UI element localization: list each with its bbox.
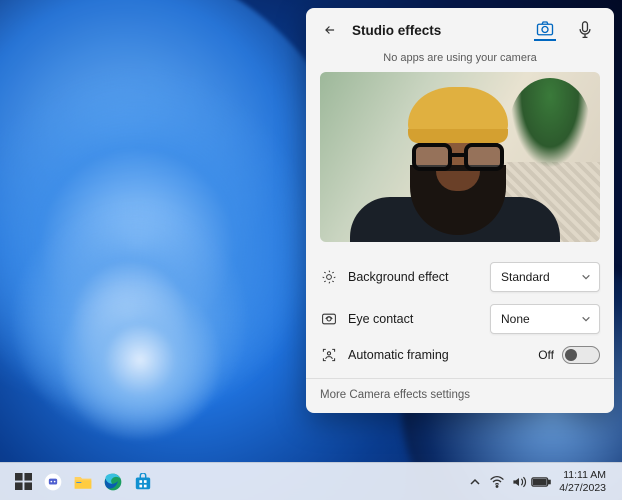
automatic-framing-label: Automatic framing [348,348,528,362]
eye-contact-label: Eye contact [348,312,480,326]
panel-header: Studio effects [306,8,614,50]
preview-person [350,87,550,242]
desktop: Studio effects No apps are usin [0,0,622,500]
wallpaper-swirl [10,230,270,490]
taskbar: 11:11 AM 4/27/2023 [0,462,622,500]
more-camera-effects-link[interactable]: More Camera effects settings [306,379,614,409]
chevron-down-icon [581,314,591,324]
camera-preview [320,72,600,242]
clock-time: 11:11 AM [559,469,606,481]
eye-contact-row: Eye contact None [306,298,614,340]
start-button[interactable] [10,469,36,495]
camera-tab-icon[interactable] [534,19,556,41]
background-effect-icon [320,268,338,286]
camera-status-text: No apps are using your camera [306,50,614,72]
back-button[interactable] [318,18,342,42]
eye-contact-dropdown[interactable]: None [490,304,600,334]
battery-icon[interactable] [531,469,551,495]
dropdown-value: None [501,312,530,326]
volume-icon[interactable] [509,469,529,495]
taskbar-clock[interactable]: 11:11 AM 4/27/2023 [553,469,612,493]
toggle-knob [565,349,577,361]
eye-contact-icon [320,310,338,328]
toggle-state-label: Off [538,348,554,362]
background-effect-row: Background effect Standard [306,256,614,298]
chevron-down-icon [581,272,591,282]
background-effect-label: Background effect [348,270,480,284]
taskbar-app-store[interactable] [130,469,156,495]
panel-title: Studio effects [352,23,534,38]
automatic-framing-icon [320,346,338,364]
tray-overflow-icon[interactable] [465,469,485,495]
studio-effects-panel: Studio effects No apps are usin [306,8,614,413]
taskbar-app-edge[interactable] [100,469,126,495]
taskbar-app-explorer[interactable] [70,469,96,495]
automatic-framing-row: Automatic framing Off [306,340,614,370]
automatic-framing-toggle[interactable] [562,346,600,364]
taskbar-app-chat[interactable] [40,469,66,495]
wifi-icon[interactable] [487,469,507,495]
microphone-tab-icon[interactable] [574,19,596,41]
clock-date: 4/27/2023 [559,482,606,494]
dropdown-value: Standard [501,270,550,284]
background-effect-dropdown[interactable]: Standard [490,262,600,292]
